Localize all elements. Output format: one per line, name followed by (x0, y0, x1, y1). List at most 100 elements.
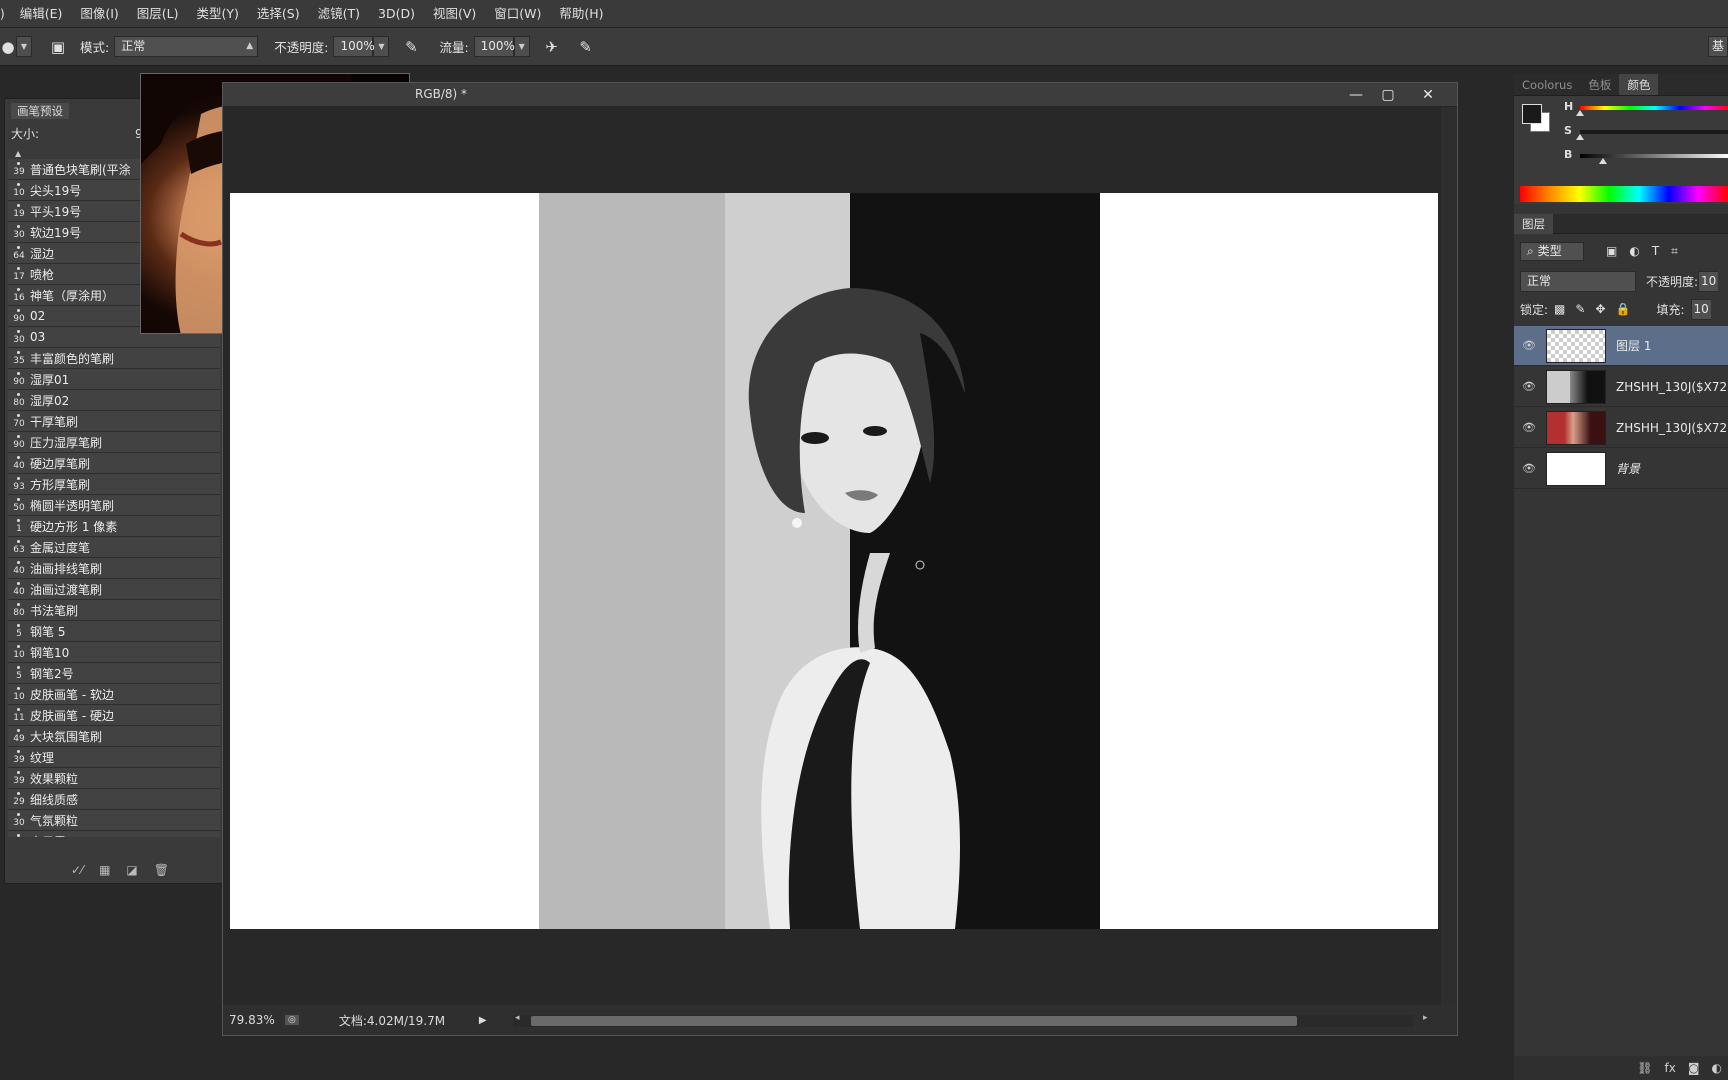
brush-preset-item[interactable]: 30 气氛颗粒 (8, 810, 220, 831)
hue-track[interactable] (1580, 106, 1728, 110)
color-spectrum-bar[interactable] (1520, 186, 1728, 202)
menu-help[interactable]: 帮助(H) (550, 0, 612, 28)
brush-preset-item[interactable]: 39 效果颗粒 (8, 768, 220, 789)
visibility-eye-icon[interactable]: 👁 (1514, 421, 1544, 434)
layer-opacity-input[interactable]: 10 (1698, 270, 1719, 292)
menu-filter[interactable]: 滤镜(T) (309, 0, 369, 28)
document-titlebar[interactable]: RGB/8) * — ▢ ✕ (223, 83, 1457, 107)
brush-picker-dropdown[interactable]: ▼ (16, 36, 32, 57)
menu-view[interactable]: 视图(V) (424, 0, 485, 28)
horizontal-scroll-thumb[interactable] (531, 1016, 1297, 1026)
brush-preset-item[interactable]: 5 钢笔 5 (8, 621, 220, 642)
hue-slider[interactable]: H (1564, 100, 1728, 120)
layer-name[interactable]: ZHSHH_130J($X72 (1616, 380, 1727, 394)
layer-style-icon[interactable]: fx (1665, 1061, 1676, 1075)
blend-mode-select[interactable]: 正常 (1520, 270, 1636, 292)
brush-preset-item[interactable]: 39 纹理 (8, 747, 220, 768)
brush-preset-item[interactable]: 11 皮肤画笔 - 硬边 (8, 705, 220, 726)
fill-input[interactable]: 10 (1690, 298, 1711, 320)
brush-preset-item[interactable]: 93 方形厚笔刷 (8, 474, 220, 495)
toggle-brush-panel-icon[interactable]: ✓⁄ (71, 863, 83, 877)
filter-image-icon[interactable]: ▣ (1606, 244, 1617, 258)
menu-type[interactable]: 类型(Y) (188, 0, 248, 28)
delete-preset-icon[interactable]: 🗑 (154, 863, 169, 877)
layer-name[interactable]: 图层 1 (1616, 337, 1651, 354)
layer-name[interactable]: ZHSHH_130J($X72 (1616, 421, 1727, 435)
grid-view-icon[interactable]: ▦ (99, 863, 110, 877)
mode-select[interactable]: 正常 ▲ (114, 36, 259, 57)
maximize-button[interactable]: ▢ (1373, 85, 1403, 105)
brush-preset-item[interactable]: 10 皮肤画笔 - 软边 (8, 684, 220, 705)
vertical-scrollbar[interactable] (1441, 107, 1457, 1005)
brush-preset-item[interactable]: 40大云雾 (8, 831, 220, 837)
tab-color[interactable]: 颜色 (1619, 74, 1659, 95)
lock-transparency-icon[interactable]: ▩ (1554, 302, 1565, 316)
brush-panel-toggle-icon[interactable]: ▣ (46, 35, 70, 59)
link-layers-icon[interactable]: ⛓ (1637, 1061, 1652, 1075)
workspace-button[interactable]: 基 (1708, 36, 1728, 57)
menu-layer[interactable]: 图层(L) (128, 0, 188, 28)
canvas[interactable] (230, 193, 1438, 929)
airbrush-icon[interactable]: ✈ (540, 35, 564, 59)
tab-swatches[interactable]: 色板 (1580, 74, 1619, 95)
visibility-eye-icon[interactable]: 👁 (1514, 339, 1544, 352)
brush-preset-item[interactable]: 40 油画过渡笔刷 (8, 579, 220, 600)
lock-position-icon[interactable]: ✥ (1595, 302, 1605, 316)
brush-preset-item[interactable]: 29 细线质感 (8, 789, 220, 810)
pressure-size-icon[interactable]: ✎ (574, 35, 598, 59)
zoom-level[interactable]: 79.83% (229, 1013, 279, 1027)
layer-row[interactable]: 👁 图层 1 (1514, 326, 1728, 366)
brush-preset-item[interactable]: 49 大块氛围笔刷 (8, 726, 220, 747)
brush-preset-item[interactable]: 90 压力湿厚笔刷 (8, 432, 220, 453)
layer-row[interactable]: 👁 ZHSHH_130J($X72 (1514, 408, 1728, 448)
saturation-slider[interactable]: S (1564, 124, 1728, 144)
brush-preset-item[interactable]: 1 硬边方形 1 像素 (8, 516, 220, 537)
scroll-left-icon[interactable]: ◂ (515, 1013, 520, 1023)
saturation-track[interactable] (1580, 130, 1728, 134)
adjustment-layer-icon[interactable]: ◐ (1712, 1061, 1722, 1075)
horizontal-scrollbar[interactable]: ◂ (513, 1013, 1413, 1027)
artwork[interactable] (230, 193, 1438, 929)
status-icon[interactable]: ◎ (285, 1015, 299, 1025)
minimize-button[interactable]: — (1341, 85, 1371, 105)
pressure-opacity-icon[interactable]: ✎ (399, 35, 423, 59)
menu-select[interactable]: 选择(S) (248, 0, 309, 28)
add-mask-icon[interactable]: ◙ (1688, 1061, 1700, 1075)
brush-preset-item[interactable]: 10 钢笔10 (8, 642, 220, 663)
brightness-knob[interactable] (1598, 158, 1607, 164)
brush-preset-item[interactable]: 63 金属过度笔 (8, 537, 220, 558)
new-preset-icon[interactable]: ◪ (126, 863, 137, 877)
brush-tool-icon[interactable]: ● (0, 35, 16, 59)
brush-preset-item[interactable]: 70 干厚笔刷 (8, 411, 220, 432)
foreground-color-swatch[interactable] (1522, 104, 1542, 124)
brush-preset-item[interactable]: 35 丰富颜色的笔刷 (8, 348, 220, 369)
tab-layers[interactable]: 图层 (1514, 214, 1553, 234)
brush-preset-item[interactable]: 5 钢笔2号 (8, 663, 220, 684)
flow-input[interactable]: 100% (473, 36, 515, 57)
lock-all-icon[interactable]: 🔒 (1616, 302, 1631, 316)
layer-filter-select[interactable]: ⌕ 类型 (1520, 241, 1584, 261)
layer-name[interactable]: 背景 (1616, 460, 1640, 477)
filter-adjustment-icon[interactable]: ◐ (1629, 244, 1639, 258)
layer-row[interactable]: 👁 背景 (1514, 449, 1728, 489)
menu-3d[interactable]: 3D(D) (369, 0, 424, 28)
visibility-eye-icon[interactable]: 👁 (1514, 380, 1544, 393)
opacity-slider-button[interactable]: ▼ (373, 36, 390, 57)
brush-preset-item[interactable]: 40 硬边厚笔刷 (8, 453, 220, 474)
hue-knob[interactable] (1576, 110, 1584, 116)
filter-type-icon[interactable]: T (1652, 244, 1659, 258)
tab-coolorus[interactable]: Coolorus (1514, 74, 1580, 95)
tab-brush-presets[interactable]: 画笔预设 (11, 103, 69, 119)
filter-shape-icon[interactable]: ⌗ (1671, 244, 1678, 259)
close-button[interactable]: ✕ (1413, 85, 1443, 105)
menu-image[interactable]: 图像(I) (71, 0, 127, 28)
brush-preset-item[interactable]: 90 湿厚01 (8, 369, 220, 390)
layer-row[interactable]: 👁 ZHSHH_130J($X72 (1514, 367, 1728, 407)
canvas-area[interactable] (223, 107, 1441, 1005)
collapse-arrow-icon[interactable]: ▲ (15, 149, 21, 158)
status-menu-arrow-icon[interactable]: ▶ (479, 1015, 487, 1026)
scroll-right-icon[interactable]: ▸ (1423, 1013, 1428, 1023)
brush-preset-item[interactable]: 80 书法笔刷 (8, 600, 220, 621)
menu-window[interactable]: 窗口(W) (485, 0, 550, 28)
menu-edit[interactable]: 编辑(E) (11, 0, 72, 28)
